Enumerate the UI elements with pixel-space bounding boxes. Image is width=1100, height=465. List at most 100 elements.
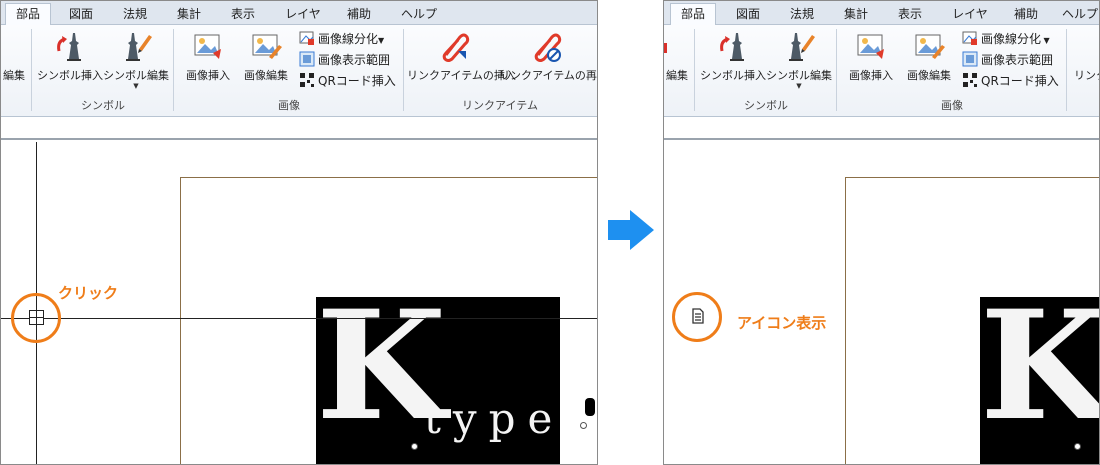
symbol-edit-button[interactable]: シンボル編集 ▼	[766, 29, 832, 93]
image-display-range-label: 画像表示範囲	[318, 53, 391, 67]
image-resize-handle[interactable]	[580, 422, 587, 429]
tab-regulations[interactable]: 法規	[780, 4, 824, 25]
icon-display-annotation: アイコン表示	[737, 314, 827, 332]
note-icon[interactable]	[691, 308, 705, 324]
paperclip-play-icon	[534, 33, 562, 62]
tab-regulations[interactable]: 法規	[113, 4, 157, 25]
symbol-insert-icon	[720, 33, 744, 61]
tab-view[interactable]: 表示	[888, 4, 932, 25]
image-edit-button[interactable]: 画像編集	[900, 29, 958, 93]
image-resize-handle[interactable]	[411, 443, 418, 450]
qr-insert-button[interactable]: QRコード挿入	[962, 71, 1059, 91]
symbol-insert-label: シンボル挿入	[37, 69, 103, 82]
image-display-range-button[interactable]: 画像表示範囲	[962, 50, 1053, 70]
tab-parts[interactable]: 部品	[5, 3, 51, 26]
tab-totals[interactable]: 集計	[167, 4, 211, 25]
tab-help[interactable]: ヘルプ	[391, 4, 447, 25]
dropdown-arrow-icon: ▼	[133, 82, 139, 90]
qr-insert-label: QRコード挿入	[981, 74, 1059, 88]
right-arrow-icon	[608, 210, 654, 250]
image-display-range-button[interactable]: 画像表示範囲	[299, 50, 390, 70]
k-type-image[interactable]: K	[980, 297, 1100, 464]
ribbon-panel: 編集 シンボル挿入 シンボル編集 ▼ シンボル	[1, 25, 597, 117]
qr-code-icon	[300, 73, 314, 87]
qr-insert-button[interactable]: QRコード挿入	[299, 71, 396, 91]
partial-link-label[interactable]: リンク	[1074, 67, 1099, 83]
link-item-group-label: リンクアイテム	[462, 99, 538, 112]
crosshair-horizontal-line	[1, 318, 597, 319]
paperclip-insert-icon	[442, 33, 470, 62]
symbol-insert-button[interactable]: シンボル挿入	[37, 29, 103, 93]
tab-parts[interactable]: 部品	[670, 3, 716, 26]
ruler-strip	[1, 118, 597, 140]
link-item-play-button[interactable]: リンクアイテムの再生	[499, 29, 598, 93]
image-line-split-button[interactable]: 画像線分化▼	[299, 29, 384, 49]
image-group-label: 画像	[941, 99, 963, 112]
before-screenshot-panel: 部品 図面 法規 集計 表示 レイヤ 補助 ヘルプ 編集 シンボル挿入 シンボル…	[0, 0, 598, 465]
tab-drawing[interactable]: 図面	[59, 4, 103, 25]
symbol-group-label: シンボル	[744, 99, 788, 112]
image-resize-handle[interactable]	[1074, 443, 1081, 450]
click-highlight-circle	[11, 293, 61, 343]
image-edit-icon	[915, 34, 945, 59]
k-type-image[interactable]: K type	[316, 297, 560, 464]
partial-edit-label[interactable]: 編集	[666, 67, 688, 83]
click-annotation: クリック	[58, 284, 119, 302]
drawing-canvas[interactable]: K アイコン表示	[664, 142, 1099, 464]
symbol-edit-label: シンボル編集	[766, 69, 832, 82]
image-insert-button[interactable]: 画像挿入	[179, 29, 237, 93]
image-edit-label: 画像編集	[244, 69, 288, 82]
image-line-split-icon	[962, 31, 977, 45]
symbol-edit-icon	[789, 33, 815, 61]
drawing-canvas[interactable]: K type クリック	[1, 142, 597, 464]
link-item-insert-button[interactable]: リンクアイテムの挿入	[407, 29, 516, 93]
symbol-edit-button[interactable]: シンボル編集 ▼	[103, 29, 169, 93]
after-screenshot-panel: 部品 図面 法規 集計 表示 レイヤ 補助 ヘルプ 編集 シンボル挿入 シンボル…	[663, 0, 1100, 465]
symbol-insert-label: シンボル挿入	[700, 69, 766, 82]
image-display-range-icon	[299, 51, 315, 67]
image-display-range-label: 画像表示範囲	[981, 53, 1054, 67]
tab-assist[interactable]: 補助	[337, 4, 381, 25]
image-edge-fragment	[585, 398, 595, 416]
ribbon-tab-bar: 部品 図面 法規 集計 表示 レイヤ 補助 ヘルプ	[1, 1, 597, 26]
tab-assist[interactable]: 補助	[1004, 4, 1048, 25]
symbol-insert-button[interactable]: シンボル挿入	[700, 29, 766, 93]
image-edit-icon	[252, 34, 282, 59]
image-display-range-icon	[962, 51, 978, 67]
link-item-play-label: リンクアイテムの再生	[499, 69, 598, 82]
image-edit-button[interactable]: 画像編集	[237, 29, 295, 93]
dropdown-arrow-icon: ▼	[1041, 36, 1050, 45]
cut-icon-fragment	[664, 43, 667, 53]
image-insert-button[interactable]: 画像挿入	[842, 29, 900, 93]
tab-totals[interactable]: 集計	[834, 4, 878, 25]
image-line-split-button[interactable]: 画像線分化 ▼	[962, 29, 1050, 49]
symbol-insert-icon	[57, 33, 81, 61]
partial-edit-label[interactable]: 編集	[3, 67, 25, 83]
image-line-split-label: 画像線分化	[318, 32, 379, 46]
ribbon-tab-bar: 部品 図面 法規 集計 表示 レイヤ 補助 ヘルプ	[664, 1, 1099, 26]
tab-help[interactable]: ヘルプ	[1056, 4, 1099, 25]
tab-view[interactable]: 表示	[221, 4, 265, 25]
image-insert-icon	[857, 34, 884, 59]
image-group-label: 画像	[278, 99, 300, 112]
tab-drawing[interactable]: 図面	[726, 4, 770, 25]
qr-code-icon	[963, 73, 977, 87]
link-item-insert-label: リンクアイテムの挿入	[407, 69, 516, 82]
symbol-edit-icon	[126, 33, 152, 61]
ribbon-panel: 編集 シンボル挿入 シンボル編集 ▼ シンボル	[664, 25, 1099, 117]
ruler-strip	[664, 118, 1099, 140]
image-insert-label: 画像挿入	[186, 69, 230, 82]
symbol-edit-label: シンボル編集	[103, 69, 169, 82]
image-insert-icon	[194, 34, 221, 59]
image-line-split-icon	[299, 31, 314, 45]
image-edit-label: 画像編集	[907, 69, 951, 82]
symbol-group-label: シンボル	[81, 99, 125, 112]
image-big-letter: K	[980, 297, 1100, 454]
tab-layer[interactable]: レイヤ	[944, 4, 996, 25]
dropdown-arrow-icon: ▼	[796, 82, 802, 90]
image-line-split-label: 画像線分化	[981, 32, 1042, 46]
image-insert-label: 画像挿入	[849, 69, 893, 82]
image-word: type	[424, 394, 560, 443]
dropdown-arrow-icon: ▼	[378, 36, 385, 45]
tab-layer[interactable]: レイヤ	[277, 4, 329, 25]
